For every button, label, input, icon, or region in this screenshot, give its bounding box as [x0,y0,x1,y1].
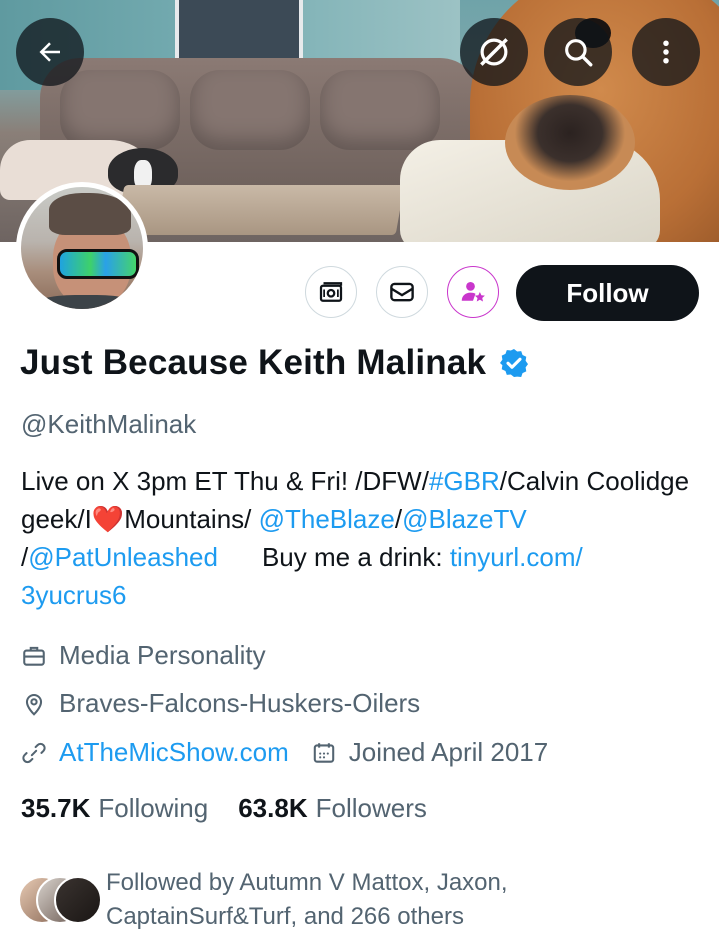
profile-handle: @KeithMalinak [21,409,197,439]
bio-url-text: 3yucrus6 [21,580,127,610]
search-button[interactable] [544,18,612,86]
following-count: 35.7K [21,793,91,823]
briefcase-icon [23,646,45,666]
avatar-shirt [31,295,141,309]
banner-cushion [190,70,310,150]
mention-link-theblaze[interactable]: @TheBlaze [259,504,395,534]
joined-date: Joined April 2017 [348,737,549,767]
banner-cushion [320,70,440,150]
hashtag-link[interactable]: #GBR [429,466,500,496]
profile-category: Media Personality [21,640,266,671]
profile-bio: Live on X 3pm ET Thu & Fri! /DFW/#GBR/Ca… [21,462,711,614]
money-icon [319,282,343,302]
more-vertical-icon [663,40,669,64]
grok-button[interactable] [460,18,528,86]
website-link[interactable]: AtTheMicShow.com [59,737,289,768]
avatar-image [21,187,143,309]
creator-subscription-button[interactable] [447,266,499,318]
calendar-icon [313,742,334,763]
followed-by-text: Followed by Autumn V Mattox, Jaxon, Capt… [106,869,508,930]
mention-link-blazetv[interactable]: @BlazeTV [402,504,527,534]
profile-name-row: Just Because Keith Malinak [20,343,530,383]
avatar-sunglasses [57,249,139,279]
banner-window [175,0,303,64]
search-icon [565,39,593,67]
back-button[interactable] [16,18,84,86]
mail-icon [390,282,414,302]
category-text: Media Personality [59,640,266,670]
following-link[interactable]: 35.7K Following [21,793,208,824]
mutual-avatar [54,876,102,924]
bio-text: Mountains/ [124,504,259,534]
mutual-avatars [18,876,102,926]
bio-url-text: tinyurl.com/ [449,542,583,572]
bio-text: Live on X 3pm ET Thu & Fri! /DFW/ [21,466,429,496]
bio-separator: / [394,504,403,534]
location-pin-icon [25,693,43,716]
following-label: Following [98,793,209,823]
profile-avatar[interactable] [16,182,148,314]
location-text: Braves-Falcons-Huskers-Oilers [59,688,421,718]
followers-label: Followers [315,793,427,823]
followers-count: 63.8K [238,793,308,823]
link-icon [22,742,46,763]
heart-emoji: ❤️ [91,504,125,534]
mention-link-patunleashed[interactable]: @PatUnleashed [28,542,218,572]
slash-circle-icon [480,38,508,66]
profile-website-joined: AtTheMicShow.com Joined April 2017 [21,737,548,768]
followers-link[interactable]: 63.8K Followers [238,793,427,824]
arrow-left-icon [39,42,60,62]
bio-text: Buy me a drink: [261,542,450,572]
banner-dog-snout [505,95,635,190]
person-star-icon [461,282,485,302]
follow-stats: 35.7K Following 63.8K Followers [21,793,427,824]
banner-table [115,185,405,235]
follow-button[interactable]: Follow [516,265,699,321]
profile-location: Braves-Falcons-Huskers-Oilers [21,688,420,719]
more-button[interactable] [632,18,700,86]
avatar-hair [49,193,131,235]
message-button[interactable] [376,266,428,318]
banner-cushion [60,70,180,150]
verified-badge-icon[interactable] [498,347,530,379]
subscribe-button[interactable] [305,266,357,318]
display-name: Just Because Keith Malinak [20,343,487,382]
followers-you-know[interactable]: Followed by Autumn V Mattox, Jaxon, Capt… [18,866,626,934]
